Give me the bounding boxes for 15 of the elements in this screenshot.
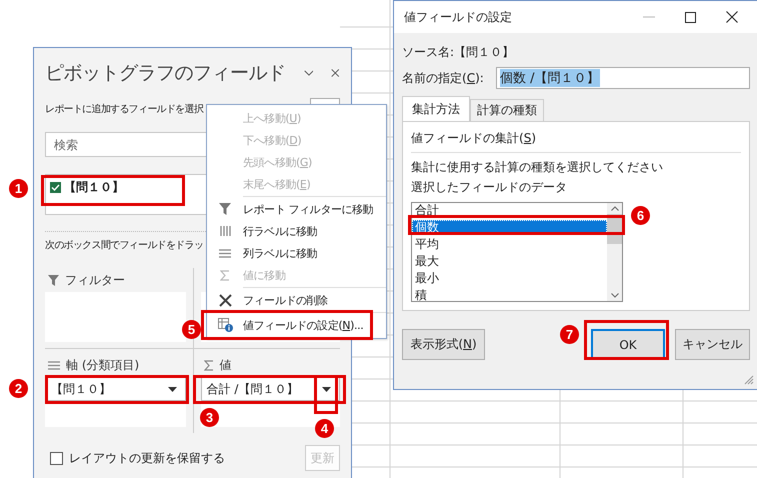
- window-title: 値フィールドの設定: [404, 8, 513, 26]
- group-label: 値フィールドの集計(S): [411, 130, 537, 147]
- pane-title: ピボットグラフのフィールド: [45, 61, 286, 86]
- area-label: フィルター: [65, 272, 125, 288]
- step-number-badge: 1: [9, 179, 28, 198]
- source-label: ソース名:: [402, 44, 454, 60]
- area-label: 値: [220, 356, 232, 374]
- area-label: 軸 (分類項目): [66, 356, 140, 374]
- list-caption: 選択したフィールドのデータ: [411, 178, 568, 196]
- name-label: 名前の指定(C):: [402, 70, 485, 86]
- source-value: 【問１０】: [454, 44, 514, 60]
- step-number-badge: 2: [9, 379, 28, 398]
- instruction-text: レポートに追加するフィールドを選択: [45, 102, 204, 116]
- prompt-text: 集計に使用する計算の種類を選択してください: [411, 159, 664, 176]
- drag-hint-text: 次のボックス間でフィールドをドラッ: [45, 239, 204, 252]
